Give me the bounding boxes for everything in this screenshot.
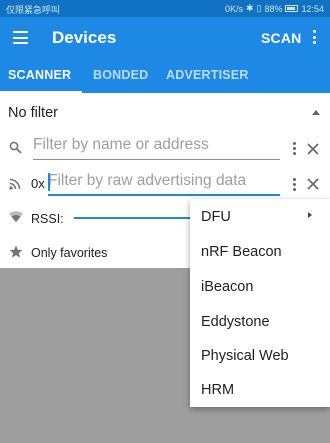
only-favorites-label[interactable]: Only favorites: [31, 246, 107, 260]
battery-icon: [285, 5, 299, 12]
raw-data-options-icon[interactable]: [292, 178, 296, 192]
submenu-arrow-icon: [308, 212, 312, 218]
bluetooth-icon: ✱: [245, 3, 254, 13]
rss-icon: [9, 178, 21, 190]
tab-scanner[interactable]: SCANNER: [8, 68, 71, 82]
battery-fill: [287, 7, 296, 10]
tab-bonded[interactable]: BONDED: [93, 68, 148, 82]
name-filter-input[interactable]: [33, 136, 280, 154]
page-title: Devices: [52, 28, 117, 47]
menu-item-nrf-beacon[interactable]: nRF Beacon: [201, 244, 282, 260]
menu-icon[interactable]: [13, 31, 28, 44]
scan-button[interactable]: SCAN: [261, 30, 301, 46]
search-icon: [9, 141, 22, 154]
raw-data-filter-input[interactable]: [48, 172, 280, 190]
overflow-menu-icon[interactable]: [311, 30, 317, 46]
star-icon[interactable]: [9, 245, 23, 258]
filter-header[interactable]: No filter: [8, 105, 58, 121]
signal-icon: [9, 211, 23, 222]
menu-item-hrm[interactable]: HRM: [201, 382, 234, 398]
raw-data-filter-field[interactable]: [48, 172, 280, 196]
tab-bar: SCANNER BONDED ADVERTISER: [0, 60, 330, 93]
menu-item-eddystone[interactable]: Eddystone: [201, 314, 270, 330]
filter-presets-menu: DFU nRF Beacon iBeacon Eddystone Physica…: [190, 199, 330, 407]
collapse-arrow-icon[interactable]: [312, 110, 320, 115]
status-icons: 0K/s ✱ ▯ 88% 12:54: [225, 3, 324, 14]
network-speed: 0K/s: [224, 3, 243, 14]
menu-item-physical-web[interactable]: Physical Web: [201, 348, 289, 364]
raw-data-prefix: 0x: [31, 176, 45, 191]
name-filter-options-icon[interactable]: [292, 142, 296, 156]
status-bar: 仅限紧急呼叫 0K/s ✱ ▯ 88% 12:54: [0, 0, 330, 17]
carrier-text: 仅限紧急呼叫: [6, 5, 61, 15]
menu-item-ibeacon[interactable]: iBeacon: [201, 279, 253, 295]
name-filter-clear-icon[interactable]: [307, 143, 319, 155]
tab-advertiser[interactable]: ADVERTISER: [166, 68, 249, 82]
clock: 12:54: [301, 3, 324, 14]
text-cursor: [48, 173, 50, 191]
battery-percent: 88%: [264, 3, 283, 14]
menu-item-dfu[interactable]: DFU: [201, 209, 231, 225]
rssi-slider[interactable]: [74, 217, 194, 219]
app-bar: Devices SCAN: [0, 17, 330, 60]
rssi-label: RSSI:: [31, 212, 64, 226]
vibrate-icon: ▯: [256, 3, 262, 13]
raw-data-clear-icon[interactable]: [307, 178, 319, 190]
name-filter-field[interactable]: [33, 136, 280, 160]
